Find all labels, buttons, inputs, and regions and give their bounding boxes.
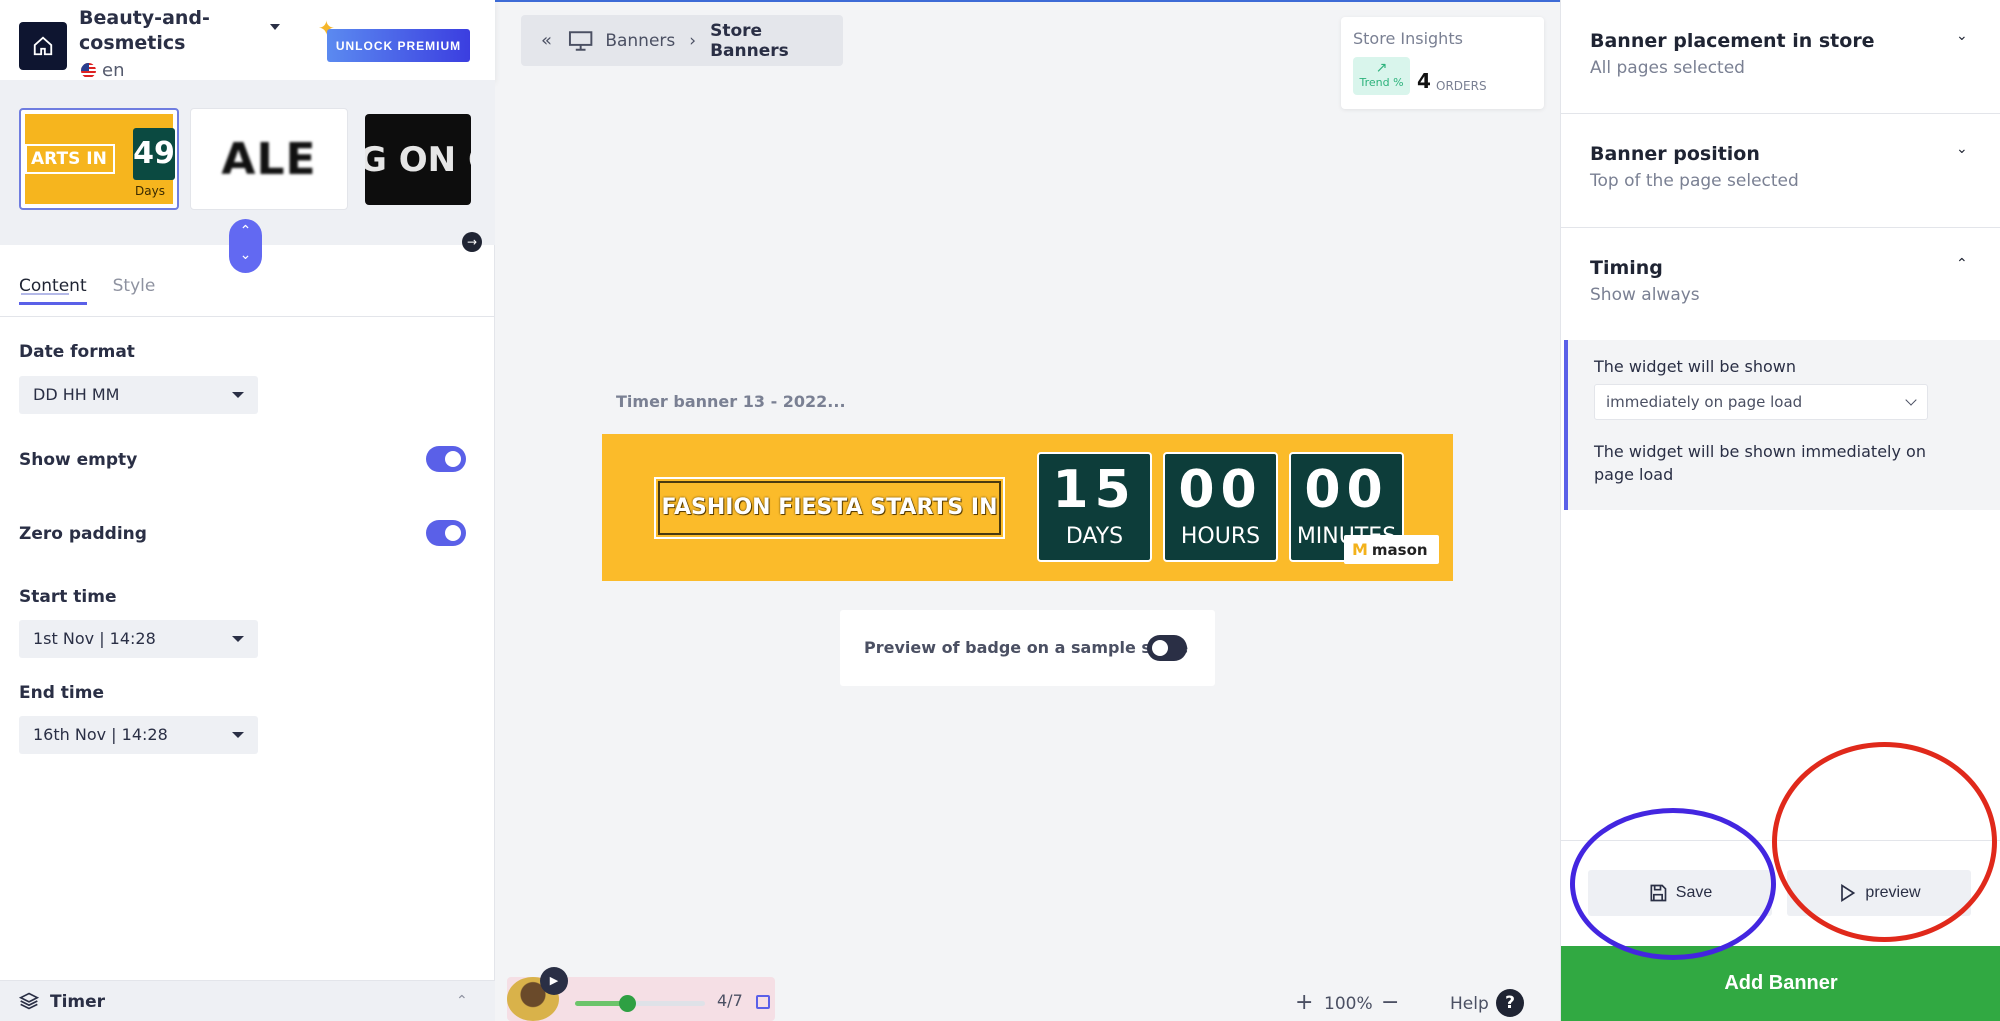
play-icon[interactable]: ▶ xyxy=(540,967,568,995)
countdown-days-label: DAYS xyxy=(1065,524,1124,549)
left-panel: Beauty-and-cosmetics en ✦ UNLOCK PREMIUM… xyxy=(0,0,495,1021)
us-flag-icon xyxy=(81,63,96,78)
accordion-banner-placement[interactable]: Banner placement in store All pages sele… xyxy=(1561,0,2000,114)
timing-settings: The widget will be shown immediately on … xyxy=(1564,340,2000,510)
trend-badge: ↗ Trend % xyxy=(1353,57,1410,95)
thumbnails-next-arrow-icon[interactable]: → xyxy=(462,232,482,252)
thumbnail-1-unit: Days xyxy=(135,184,165,198)
thumbnail-scroll-toggle[interactable]: ⌃ ⌄ xyxy=(229,219,262,273)
help-icon[interactable]: ? xyxy=(1496,989,1524,1017)
chevron-down-icon[interactable]: ⌄ xyxy=(1956,141,1968,157)
monitor-icon xyxy=(568,30,593,51)
home-button[interactable] xyxy=(19,22,67,70)
annotation-circle-save xyxy=(1570,808,1776,960)
thumbnail-3[interactable]: G ON C xyxy=(365,114,471,205)
unlock-premium-button[interactable]: UNLOCK PREMIUM xyxy=(327,29,470,62)
collapse-panel-icon[interactable]: « xyxy=(541,30,552,51)
trending-up-icon: ↗ xyxy=(1375,60,1388,76)
thumbnail-1-text: ARTS IN xyxy=(25,144,115,174)
trend-label: Trend % xyxy=(1359,76,1404,89)
banner-placement-title: Banner placement in store xyxy=(1590,30,1875,52)
show-empty-label: Show empty xyxy=(19,450,138,470)
breadcrumb: « Banners › Store Banners xyxy=(521,15,843,66)
layers-icon xyxy=(19,992,39,1010)
countdown-hours-value: 00 xyxy=(1178,460,1263,520)
date-format-label: Date format xyxy=(19,342,135,362)
show-empty-toggle[interactable] xyxy=(426,446,466,472)
help-label[interactable]: Help xyxy=(1450,994,1489,1014)
accordion-banner-position[interactable]: Banner position Top of the page selected… xyxy=(1561,114,2000,228)
badge-preview-toggle[interactable] xyxy=(1147,635,1187,661)
banner-name: Timer banner 13 - 2022... xyxy=(616,392,846,411)
banner-placement-subtitle: All pages selected xyxy=(1590,58,1745,78)
timing-title: Timing xyxy=(1590,257,1663,279)
tutorial-player: ▶ 4/7 xyxy=(507,967,775,1021)
store-header: Beauty-and-cosmetics en ✦ UNLOCK PREMIUM xyxy=(0,0,495,81)
zoom-out-icon[interactable]: − xyxy=(1381,990,1399,1015)
breadcrumb-banners[interactable]: Banners xyxy=(605,31,675,51)
banner-position-subtitle: Top of the page selected xyxy=(1590,171,1799,191)
countdown-days-value: 15 xyxy=(1052,460,1137,520)
widget-type-label: Timer xyxy=(50,992,106,1012)
store-dropdown-icon[interactable] xyxy=(270,24,280,30)
tutorial-progress-track[interactable] xyxy=(575,995,705,1012)
timing-subtitle: Show always xyxy=(1590,285,1700,305)
tab-content[interactable]: Content xyxy=(19,276,87,305)
widget-shown-description: The widget will be shown immediately on … xyxy=(1594,442,1926,484)
annotation-circle-preview xyxy=(1772,742,1997,942)
bottom-toolbar: ▶ 4/7 + 100% − Help ? xyxy=(495,967,1560,1021)
timer-banner-preview[interactable]: FASHION FIESTA STARTS IN 15 DAYS 00 HOUR… xyxy=(602,434,1453,581)
store-name[interactable]: Beauty-and-cosmetics xyxy=(79,6,269,56)
end-time-label: End time xyxy=(19,683,104,703)
badge-preview-label: Preview of badge on a sample store xyxy=(864,638,1189,657)
mason-logo: M mason xyxy=(1344,535,1439,564)
thumbnail-1-number: 49 xyxy=(133,128,175,180)
start-time-select[interactable]: 1st Nov | 14:28 xyxy=(19,620,258,658)
widget-shown-label: The widget will be shown xyxy=(1594,357,1796,376)
thumbnail-2-text: ALE xyxy=(221,133,317,185)
language-label: en xyxy=(102,60,125,81)
countdown-hours: 00 HOURS xyxy=(1163,452,1278,562)
home-icon xyxy=(33,36,53,56)
breadcrumb-store-banners: Store Banners xyxy=(710,20,789,61)
chevron-up-icon[interactable]: ⌃ xyxy=(1956,256,1968,272)
thumbnail-3-text: G ON C xyxy=(365,139,471,180)
orders-value: 4 xyxy=(1417,69,1431,93)
breadcrumb-chevron-icon: › xyxy=(689,30,697,51)
zero-padding-toggle[interactable] xyxy=(426,520,466,546)
tutorial-progress-knob[interactable] xyxy=(619,995,636,1012)
orders-unit: ORDERS xyxy=(1436,79,1487,93)
accordion-timing[interactable]: Timing Show always ⌃ xyxy=(1561,228,2000,340)
banner-headline: FASHION FIESTA STARTS IN xyxy=(654,477,1005,539)
chevron-down-icon[interactable]: ⌄ xyxy=(1956,28,1968,44)
tabs-divider xyxy=(0,316,495,317)
countdown-days: 15 DAYS xyxy=(1037,452,1152,562)
tutorial-step-count: 4/7 xyxy=(717,991,743,1010)
start-time-label: Start time xyxy=(19,587,117,607)
badge-preview-card: Preview of badge on a sample store xyxy=(840,610,1215,686)
end-time-select[interactable]: 16th Nov | 14:28 xyxy=(19,716,258,754)
zero-padding-label: Zero padding xyxy=(19,524,147,544)
thumbnail-2[interactable]: ALE xyxy=(190,108,348,210)
zoom-level: 100% xyxy=(1324,994,1373,1014)
content-style-tabs: Content Style xyxy=(19,276,155,305)
tab-style[interactable]: Style xyxy=(113,276,156,305)
mason-logo-icon: M xyxy=(1352,540,1368,559)
countdown-hours-label: HOURS xyxy=(1180,524,1261,549)
banner-position-title: Banner position xyxy=(1590,143,1760,165)
widget-shown-select[interactable]: immediately on page load xyxy=(1594,384,1928,420)
zoom-in-icon[interactable]: + xyxy=(1295,990,1313,1015)
countdown-minutes-value: 00 xyxy=(1304,460,1389,520)
store-insights-card[interactable]: Store Insights ↗ Trend % 4 ORDERS xyxy=(1341,17,1544,109)
mason-logo-text: mason xyxy=(1371,540,1428,559)
language-selector[interactable]: en xyxy=(81,60,124,81)
widget-type-footer[interactable]: Timer ⌃ xyxy=(0,980,495,1021)
thumbnail-1[interactable]: ARTS IN 49 Days xyxy=(19,108,179,210)
add-banner-button[interactable]: Add Banner xyxy=(1561,946,2000,1021)
store-insights-title: Store Insights xyxy=(1353,29,1463,48)
chevron-up-icon[interactable]: ⌃ xyxy=(456,993,468,1009)
tutorial-stop-icon[interactable] xyxy=(756,995,770,1009)
date-format-select[interactable]: DD HH MM xyxy=(19,376,258,414)
